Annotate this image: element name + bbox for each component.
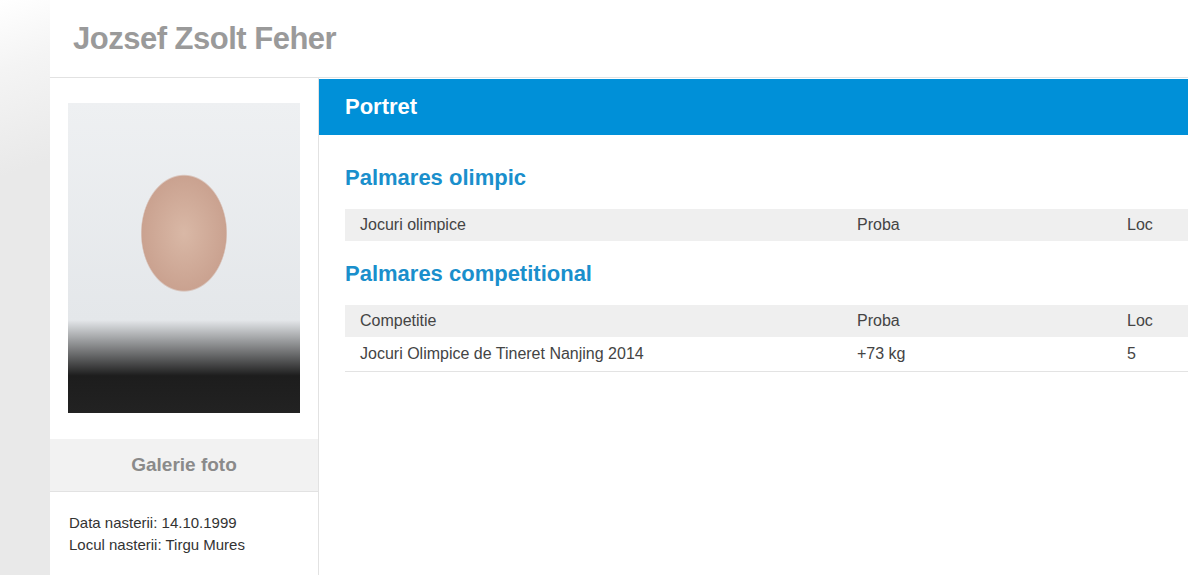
records-column: PortretPalmares olimpicJocuri olimpicePr…	[319, 78, 1188, 575]
header: Jozsef Zsolt Feher	[50, 0, 1188, 78]
section-title: Palmares competitional	[345, 259, 1188, 289]
birth-place: Locul nasterii: Tirgu Mures	[69, 534, 300, 556]
content: Galerie fotoData nasterii: 14.10.1999Loc…	[50, 78, 1188, 575]
record-section: Palmares competitional CompetitieProbaLoc…	[345, 259, 1188, 372]
side-strip	[0, 0, 50, 575]
athlete-name: Jozsef Zsolt Feher	[73, 21, 336, 57]
table-cell: 5	[1112, 345, 1188, 363]
table-header: CompetitieProbaLoc	[345, 305, 1188, 337]
column-header: Competitie	[345, 312, 842, 330]
record-section: Palmares olimpic Jocuri olimpiceProbaLoc	[345, 163, 1188, 241]
athlete-photo	[68, 103, 300, 413]
column-header: Loc	[1112, 312, 1188, 330]
table-row: Jocuri Olimpice de Tineret Nanjing 2014+…	[345, 337, 1188, 372]
column-header: Jocuri olimpice	[345, 216, 842, 234]
birth-info: Data nasterii: 14.10.1999Locul nasterii:…	[50, 492, 318, 556]
gallery-link[interactable]: Galerie foto	[50, 439, 318, 492]
main-panel: Jozsef Zsolt FeherGalerie fotoData naste…	[50, 0, 1188, 575]
table-header: Jocuri olimpiceProbaLoc	[345, 209, 1188, 241]
column-header: Proba	[842, 312, 1112, 330]
table-cell: Jocuri Olimpice de Tineret Nanjing 2014	[345, 345, 842, 363]
portrait-bar: Portret	[319, 79, 1188, 135]
photo-wrap	[50, 78, 318, 439]
column-header: Proba	[842, 216, 1112, 234]
page: Jozsef Zsolt FeherGalerie fotoData naste…	[0, 0, 1188, 575]
table-cell: +73 kg	[842, 345, 1112, 363]
profile-column: Galerie fotoData nasterii: 14.10.1999Loc…	[50, 78, 319, 575]
birth-date: Data nasterii: 14.10.1999	[69, 512, 300, 534]
sections: Palmares olimpicJocuri olimpiceProbaLocP…	[319, 135, 1188, 372]
section-title: Palmares olimpic	[345, 163, 1188, 193]
column-header: Loc	[1112, 216, 1188, 234]
